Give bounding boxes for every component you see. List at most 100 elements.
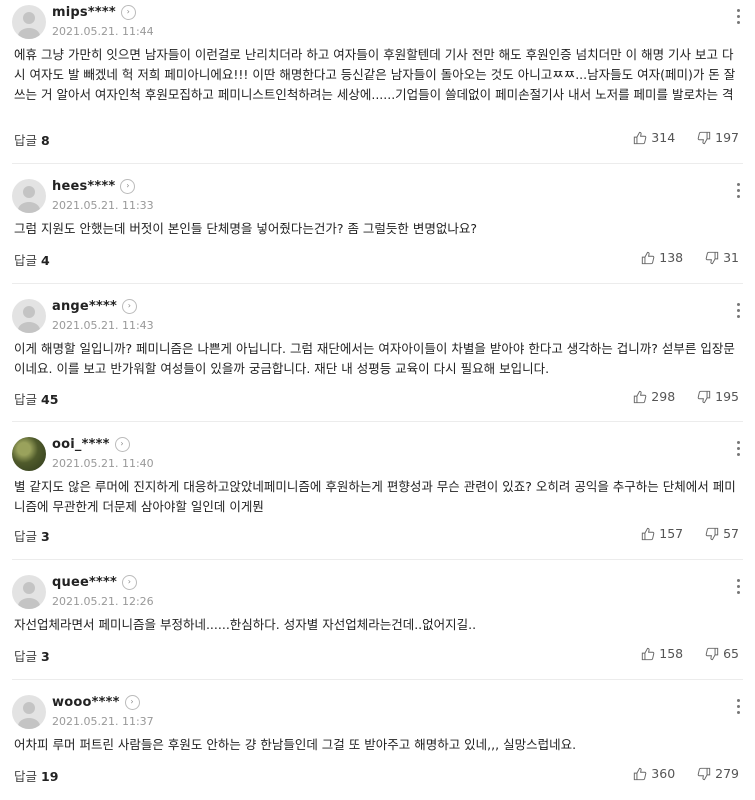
like-button[interactable]: 158 — [641, 646, 683, 661]
profile-arrow-icon[interactable]: › — [114, 437, 130, 452]
reply-button[interactable]: 답글 4 — [14, 250, 50, 269]
nickname-text[interactable]: mips**** — [52, 5, 116, 20]
more-options-icon[interactable] — [737, 441, 741, 459]
thumbs-up-icon — [634, 767, 647, 780]
dislike-button[interactable]: 197 — [697, 130, 739, 145]
user-silhouette-icon — [18, 12, 40, 39]
dislike-button[interactable]: 31 — [705, 250, 739, 265]
nickname-text[interactable]: hees**** — [52, 179, 115, 194]
nickname-text[interactable]: quee**** — [52, 575, 117, 590]
comment-text: 이게 해명할 일입니까? 페미니즘은 나쁜게 아닙니다. 그럼 재단에서는 여자… — [14, 341, 735, 376]
nickname-text[interactable]: ooi_**** — [52, 437, 110, 452]
like-button[interactable]: 157 — [641, 526, 683, 541]
avatar-default[interactable] — [12, 575, 46, 609]
thumbs-up-icon — [634, 131, 647, 144]
vote-group: 298 195 — [615, 389, 739, 407]
profile-arrow-icon[interactable]: › — [120, 179, 136, 194]
more-options-icon[interactable] — [737, 183, 741, 201]
thumbs-down-icon — [697, 131, 711, 144]
comment-nickname[interactable]: mips**** › — [52, 5, 136, 20]
comment-nickname[interactable]: ange**** › — [52, 299, 137, 314]
thumbs-down-icon — [705, 251, 719, 264]
divider — [12, 421, 743, 422]
reply-label: 답글 — [14, 769, 38, 784]
nickname-text[interactable]: wooo**** — [52, 695, 120, 710]
like-button[interactable]: 360 — [633, 766, 675, 781]
avatar-default[interactable] — [12, 5, 46, 39]
comment-item: mips**** › 2021.05.21. 11:44 에휴 그냥 가만히 잇으… — [0, 3, 755, 163]
comment-item: quee**** › 2021.05.21. 12:26 자선업체라면서 페미니즘… — [0, 573, 755, 683]
vote-group: 158 65 — [623, 646, 739, 664]
avatar-default[interactable] — [12, 695, 46, 729]
profile-arrow-icon[interactable]: › — [121, 299, 137, 314]
dislike-button[interactable]: 65 — [705, 646, 739, 661]
user-silhouette-icon — [18, 186, 40, 213]
thumbs-up-icon — [642, 527, 655, 540]
thumbs-down-icon — [705, 527, 719, 540]
comment-item: ooi_**** › 2021.05.21. 11:40 별 같지도 않은 루머에… — [0, 435, 755, 555]
thumbs-up-icon — [642, 251, 655, 264]
divider — [12, 283, 743, 284]
dislike-count: 279 — [715, 766, 739, 781]
reply-button[interactable]: 답글 3 — [14, 526, 50, 545]
comment-date: 2021.05.21. 11:37 — [52, 715, 154, 728]
profile-arrow-icon[interactable]: › — [120, 5, 136, 20]
avatar-photo[interactable] — [12, 437, 46, 471]
dislike-count: 197 — [715, 130, 739, 145]
reply-count: 4 — [41, 253, 50, 268]
more-options-icon[interactable] — [737, 699, 741, 717]
like-button[interactable]: 138 — [641, 250, 683, 265]
reply-button[interactable]: 답글 3 — [14, 646, 50, 665]
comment-date: 2021.05.21. 11:40 — [52, 457, 154, 470]
comment-item: ange**** › 2021.05.21. 11:43 이게 해명할 일입니까?… — [0, 297, 755, 417]
comment-date: 2021.05.21. 11:43 — [52, 319, 154, 332]
like-count: 314 — [651, 130, 676, 145]
comment-date: 2021.05.21. 12:26 — [52, 595, 154, 608]
reply-button[interactable]: 답글 19 — [14, 766, 58, 785]
profile-arrow-icon[interactable]: › — [124, 695, 140, 710]
comment-item: hees**** › 2021.05.21. 11:33 그럼 지원도 안했는데 … — [0, 177, 755, 287]
avatar-default[interactable] — [12, 299, 46, 333]
comment-nickname[interactable]: wooo**** › — [52, 695, 140, 710]
dislike-button[interactable]: 279 — [697, 766, 739, 781]
comment-text: 에휴 그냥 가만히 잇으면 남자들이 이런걸로 난리치더라 하고 여자들이 후원… — [14, 47, 736, 102]
comment-date: 2021.05.21. 11:44 — [52, 25, 154, 38]
vote-group: 138 31 — [623, 250, 739, 268]
like-button[interactable]: 298 — [633, 389, 675, 404]
user-silhouette-icon — [18, 582, 40, 609]
dislike-count: 57 — [723, 526, 739, 541]
comment-text: 자선업체라면서 페미니즘을 부정하네......한심하다. 성자별 자선업체라는… — [14, 617, 477, 632]
divider — [12, 163, 743, 164]
reply-label: 답글 — [14, 392, 38, 407]
avatar-default[interactable] — [12, 179, 46, 213]
more-options-icon[interactable] — [737, 9, 741, 27]
nickname-text[interactable]: ange**** — [52, 299, 117, 314]
dislike-button[interactable]: 57 — [705, 526, 739, 541]
reply-label: 답글 — [14, 529, 38, 544]
reply-button[interactable]: 답글 45 — [14, 389, 58, 408]
reply-label: 답글 — [14, 649, 38, 664]
like-count: 157 — [659, 526, 684, 541]
comment-nickname[interactable]: quee**** › — [52, 575, 137, 590]
reply-count: 45 — [41, 392, 59, 407]
thumbs-down-icon — [697, 390, 711, 403]
dislike-count: 31 — [723, 250, 739, 265]
reply-label: 답글 — [14, 133, 38, 148]
comment-text: 별 같지도 않은 루머에 진지하게 대응하고앉았네페미니즘에 후원하는게 편향성… — [14, 479, 736, 514]
like-button[interactable]: 314 — [633, 130, 675, 145]
comment-nickname[interactable]: hees**** › — [52, 179, 136, 194]
more-options-icon[interactable] — [737, 303, 741, 321]
comment-text: 그럼 지원도 안했는데 버젓이 본인들 단체명을 넣어줬다는건가? 좀 그럴듯한… — [14, 221, 478, 236]
reply-button[interactable]: 답글 8 — [14, 130, 50, 149]
vote-group: 314 197 — [615, 130, 739, 148]
reply-label: 답글 — [14, 253, 38, 268]
dislike-count: 65 — [723, 646, 739, 661]
comment-nickname[interactable]: ooi_**** › — [52, 437, 130, 452]
like-count: 158 — [659, 646, 684, 661]
dislike-count: 195 — [715, 389, 739, 404]
dislike-button[interactable]: 195 — [697, 389, 739, 404]
profile-arrow-icon[interactable]: › — [122, 575, 137, 590]
user-silhouette-icon — [18, 306, 40, 333]
more-options-icon[interactable] — [737, 579, 741, 597]
like-count: 138 — [659, 250, 684, 265]
